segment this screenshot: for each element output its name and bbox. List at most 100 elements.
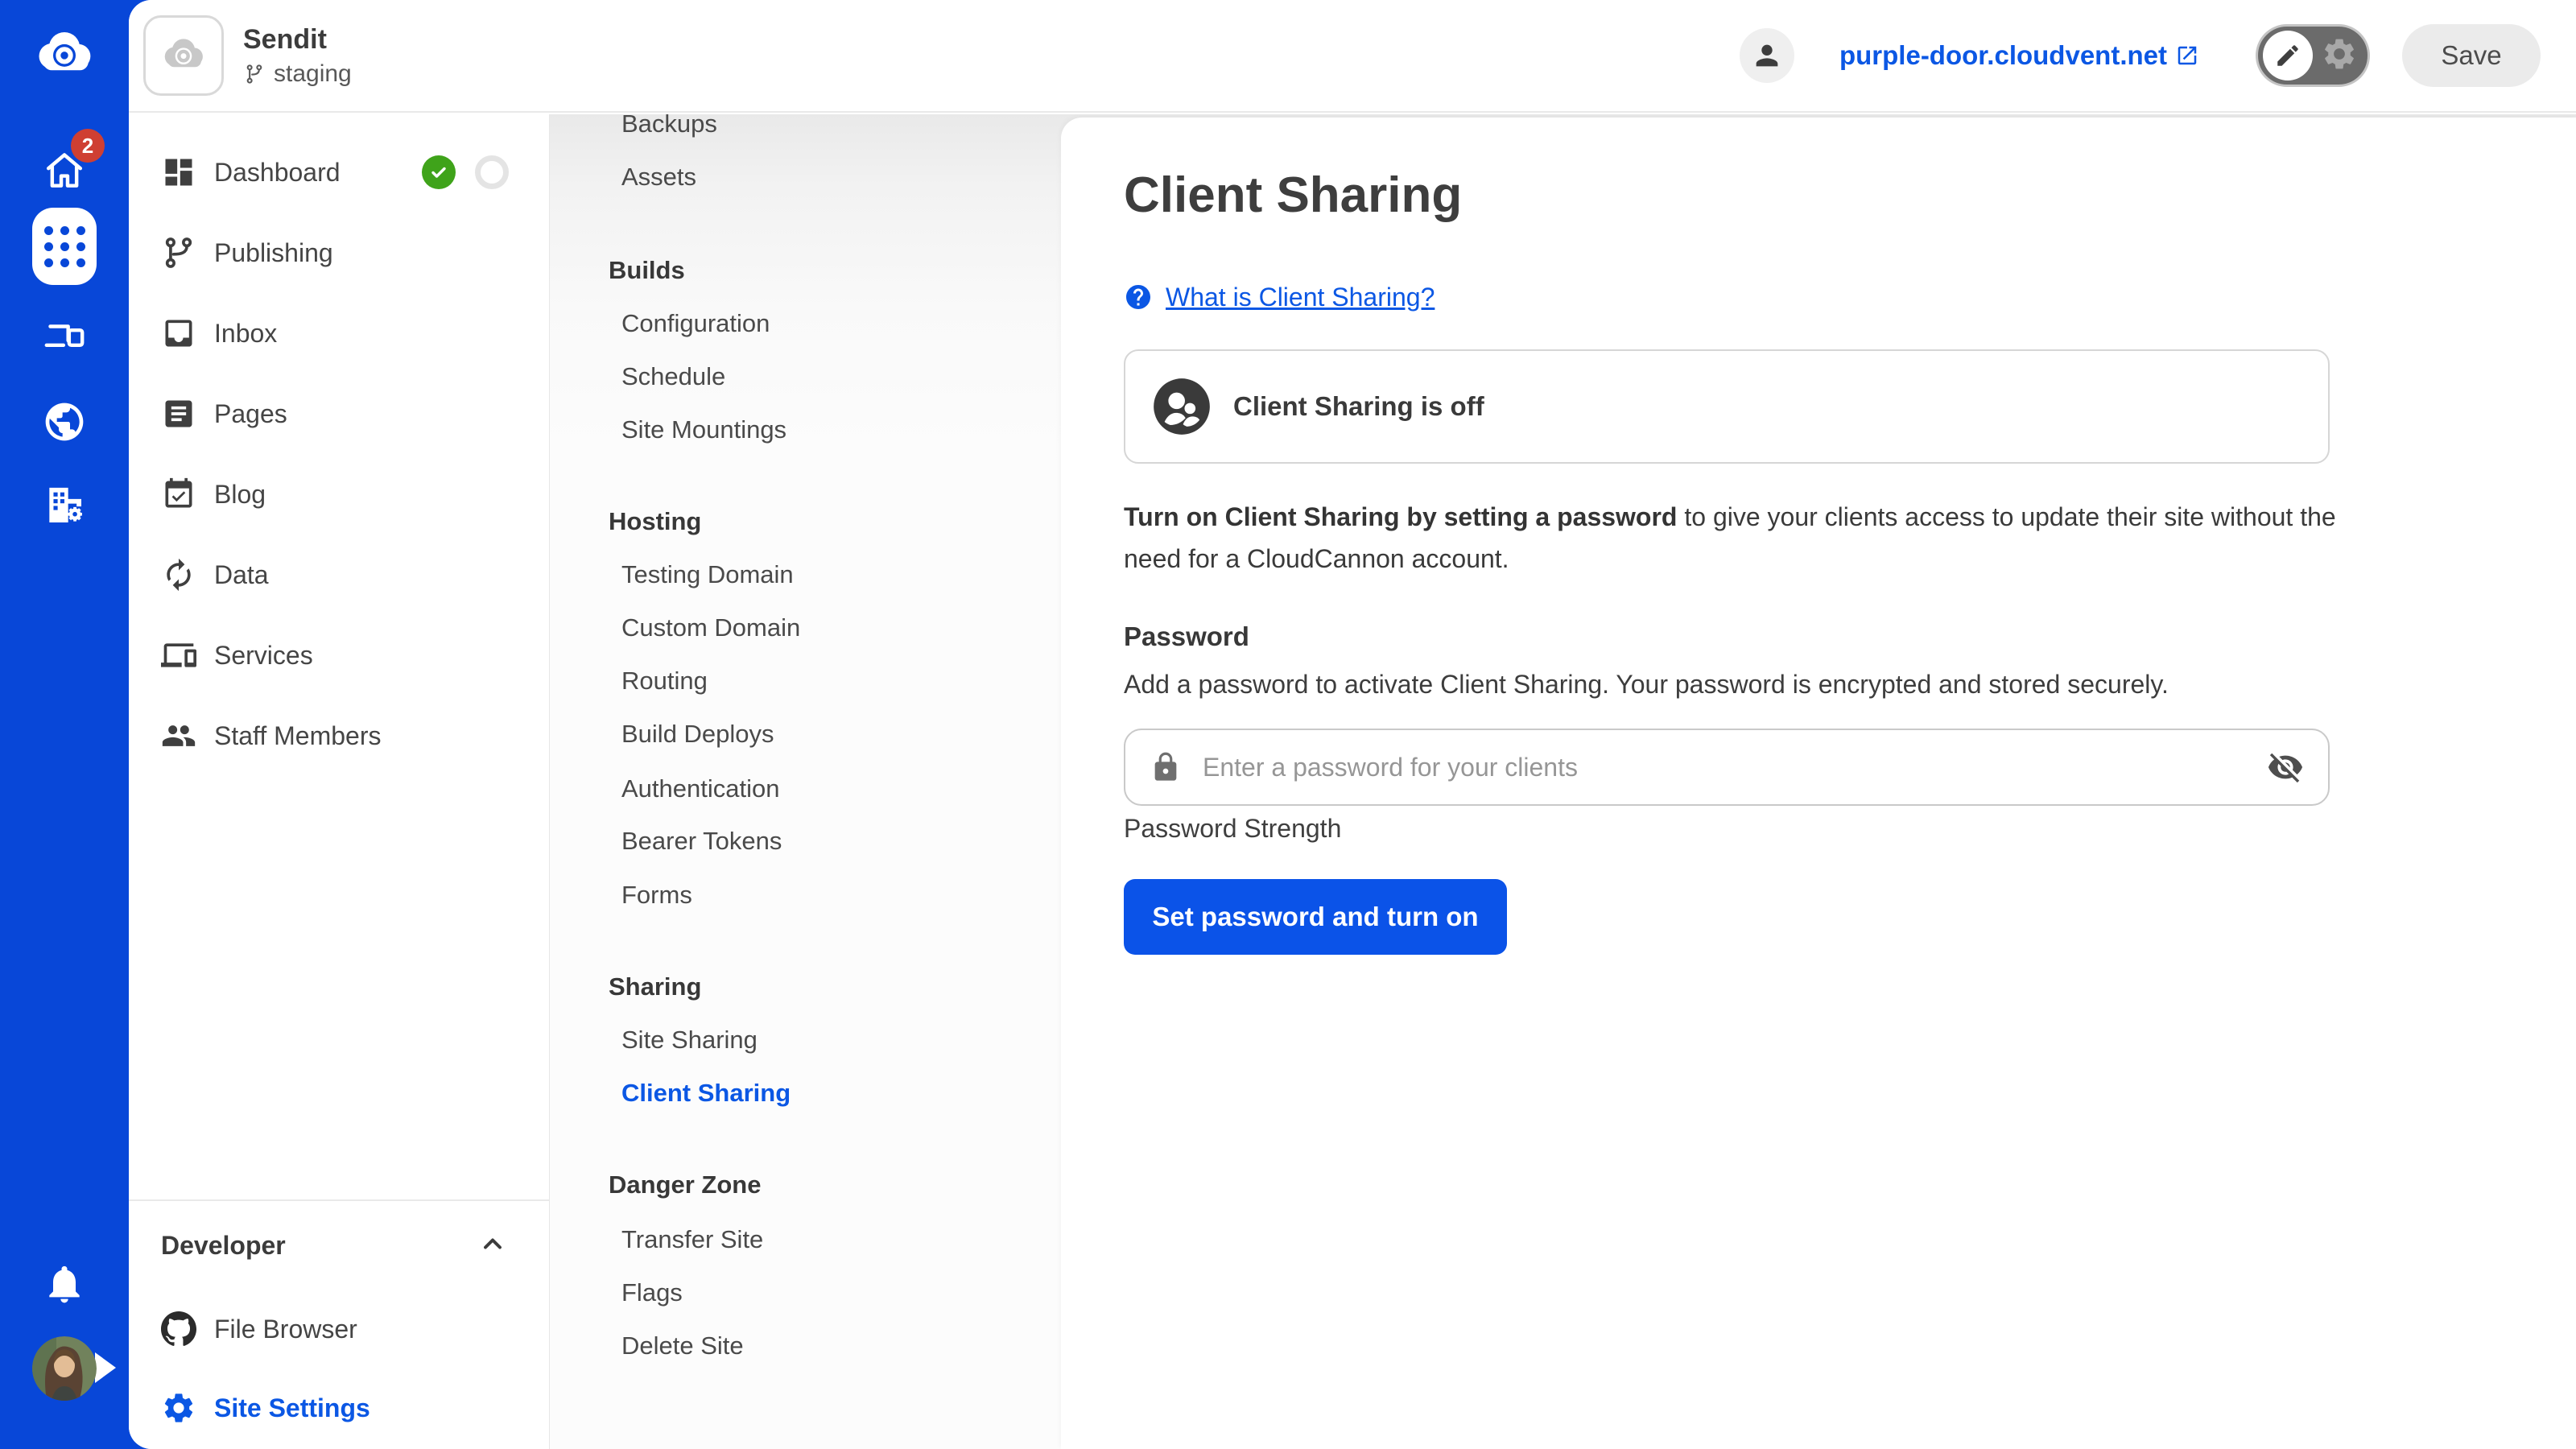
settings-nav-item-configuration[interactable]: Configuration xyxy=(621,309,770,338)
help-question-icon xyxy=(1124,283,1153,312)
sidebar-item-label: Inbox xyxy=(214,319,277,349)
rail-globe-icon[interactable] xyxy=(42,399,87,444)
intro-paragraph: Turn on Client Sharing by setting a pass… xyxy=(1124,496,2343,580)
sidebar-item-publishing[interactable]: Publishing xyxy=(129,213,549,293)
sidebar-item-staff-members[interactable]: Staff Members xyxy=(129,696,549,776)
rail-devices-icon[interactable] xyxy=(42,312,87,357)
external-link-icon xyxy=(2175,43,2199,68)
password-input-wrapper xyxy=(1124,729,2330,806)
build-pending-ring-icon xyxy=(475,155,509,189)
site-thumbnail[interactable] xyxy=(143,15,224,96)
developer-label: Developer xyxy=(161,1231,286,1261)
edit-mode-knob xyxy=(2263,31,2313,80)
app-rail: 2 xyxy=(0,0,129,1449)
client-password-input[interactable] xyxy=(1182,753,2267,782)
sidebar-item-label: Site Settings xyxy=(214,1393,370,1423)
sidebar-item-data[interactable]: Data xyxy=(129,535,549,615)
sidebar-item-blog[interactable]: Blog xyxy=(129,454,549,535)
what-is-client-sharing-link[interactable]: What is Client Sharing? xyxy=(1166,283,1435,312)
inbox-icon xyxy=(161,316,196,351)
sidebar-item-inbox[interactable]: Inbox xyxy=(129,293,549,374)
lock-icon xyxy=(1150,751,1182,783)
settings-nav-item-flags[interactable]: Flags xyxy=(621,1278,683,1307)
site-info: Sendit staging xyxy=(243,23,352,88)
build-success-icon xyxy=(422,155,456,189)
site-environment: staging xyxy=(243,60,352,88)
rail-home-icon[interactable]: 2 xyxy=(42,148,87,193)
settings-nav-item-routing[interactable]: Routing xyxy=(621,667,708,696)
page-title: Client Sharing xyxy=(1124,169,2512,222)
settings-nav-item-authentication[interactable]: Authentication xyxy=(621,774,779,803)
settings-nav-item-testing-domain[interactable]: Testing Domain xyxy=(621,560,794,589)
environment-label: staging xyxy=(274,60,352,88)
settings-nav-item-site-mountings[interactable]: Site Mountings xyxy=(621,415,786,444)
sidebar-item-label: Blog xyxy=(214,480,266,510)
settings-nav-item-site-sharing[interactable]: Site Sharing xyxy=(621,1026,758,1055)
preview-url-link[interactable]: purple-door.cloudvent.net xyxy=(1839,40,2199,71)
staff-people-icon xyxy=(161,718,196,753)
settings-nav-item-forms[interactable]: Forms xyxy=(621,881,692,910)
password-strength-label: Password Strength xyxy=(1124,814,2512,844)
site-sidebar: Dashboard Publishing xyxy=(129,114,550,1449)
editor-mode-toggle[interactable] xyxy=(2256,24,2370,87)
developer-section: Developer File Browser xyxy=(129,1199,549,1447)
settings-nav-item-assets[interactable]: Assets xyxy=(621,163,696,192)
settings-nav-item-transfer-site[interactable]: Transfer Site xyxy=(621,1225,763,1254)
settings-nav-item-schedule[interactable]: Schedule xyxy=(621,362,725,391)
sidebar-item-pages[interactable]: Pages xyxy=(129,374,549,454)
blog-calendar-icon xyxy=(161,477,196,512)
cloudcannon-app: 2 xyxy=(0,0,2576,1449)
rail-apps-active-icon[interactable] xyxy=(32,208,97,285)
client-user-icon[interactable] xyxy=(1740,28,1794,83)
client-sharing-status-card: Client Sharing is off xyxy=(1124,349,2330,464)
settings-nav-item-backups[interactable]: Backups xyxy=(621,109,717,138)
sidebar-item-label: Data xyxy=(214,560,269,590)
notifications-bell-icon[interactable] xyxy=(42,1261,87,1307)
main-panel: Sendit staging purple-door.cloudvent.net xyxy=(129,0,2576,1449)
help-row: What is Client Sharing? xyxy=(1124,283,2512,311)
intro-bold-text: Turn on Client Sharing by setting a pass… xyxy=(1124,502,1677,531)
sidebar-item-label: File Browser xyxy=(214,1315,357,1344)
publishing-branch-icon xyxy=(161,235,196,270)
password-label: Password xyxy=(1124,621,2512,652)
site-name: Sendit xyxy=(243,23,352,56)
settings-nav-section-hosting: Hosting xyxy=(609,507,701,536)
sidebar-item-dashboard[interactable]: Dashboard xyxy=(129,132,549,213)
dashboard-icon xyxy=(161,155,196,190)
sidebar-item-services[interactable]: Services xyxy=(129,615,549,696)
settings-nav-item-client-sharing[interactable]: Client Sharing xyxy=(621,1079,791,1108)
preview-url-text: purple-door.cloudvent.net xyxy=(1839,40,2167,71)
pencil-icon xyxy=(2274,42,2301,69)
settings-nav-section-danger-zone: Danger Zone xyxy=(609,1170,761,1199)
toggle-password-visibility-icon[interactable] xyxy=(2267,749,2304,786)
grid-dots-icon xyxy=(44,226,85,267)
rail-organization-icon[interactable] xyxy=(42,483,87,528)
set-password-button[interactable]: Set password and turn on xyxy=(1124,879,1507,955)
sidebar-item-file-browser[interactable]: File Browser xyxy=(129,1290,549,1368)
settings-nav-item-bearer-tokens[interactable]: Bearer Tokens xyxy=(621,827,782,856)
developer-section-header[interactable]: Developer xyxy=(129,1201,549,1290)
save-button[interactable]: Save xyxy=(2402,24,2541,87)
settings-nav-section-builds: Builds xyxy=(609,256,685,285)
sidebar-item-label: Dashboard xyxy=(214,158,341,188)
password-description: Add a password to activate Client Sharin… xyxy=(1124,670,2512,700)
user-avatar[interactable] xyxy=(32,1336,97,1401)
pages-icon xyxy=(161,396,196,431)
client-sharing-page: Client Sharing What is Client Sharing? xyxy=(1061,118,2576,1449)
branch-icon xyxy=(243,63,266,85)
settings-nav-item-delete-site[interactable]: Delete Site xyxy=(621,1331,744,1360)
sidebar-item-label: Services xyxy=(214,641,313,671)
panel-body: Dashboard Publishing xyxy=(129,114,2576,1449)
notifications-badge: 2 xyxy=(71,129,105,163)
sidebar-item-label: Publishing xyxy=(214,238,333,268)
topbar: Sendit staging purple-door.cloudvent.net xyxy=(129,0,2576,113)
client-sharing-status-text: Client Sharing is off xyxy=(1233,391,1484,422)
settings-nav-section-sharing: Sharing xyxy=(609,972,701,1001)
settings-nav-item-build-deploys[interactable]: Build Deploys xyxy=(621,720,774,749)
github-icon xyxy=(161,1311,196,1347)
settings-nav-item-custom-domain[interactable]: Custom Domain xyxy=(621,613,800,642)
gear-icon xyxy=(161,1390,196,1426)
sidebar-item-site-settings[interactable]: Site Settings xyxy=(129,1368,549,1447)
settings-canvas: Backups Assets Builds Configuration Sche… xyxy=(550,114,2576,1449)
services-devices-icon xyxy=(161,638,196,673)
